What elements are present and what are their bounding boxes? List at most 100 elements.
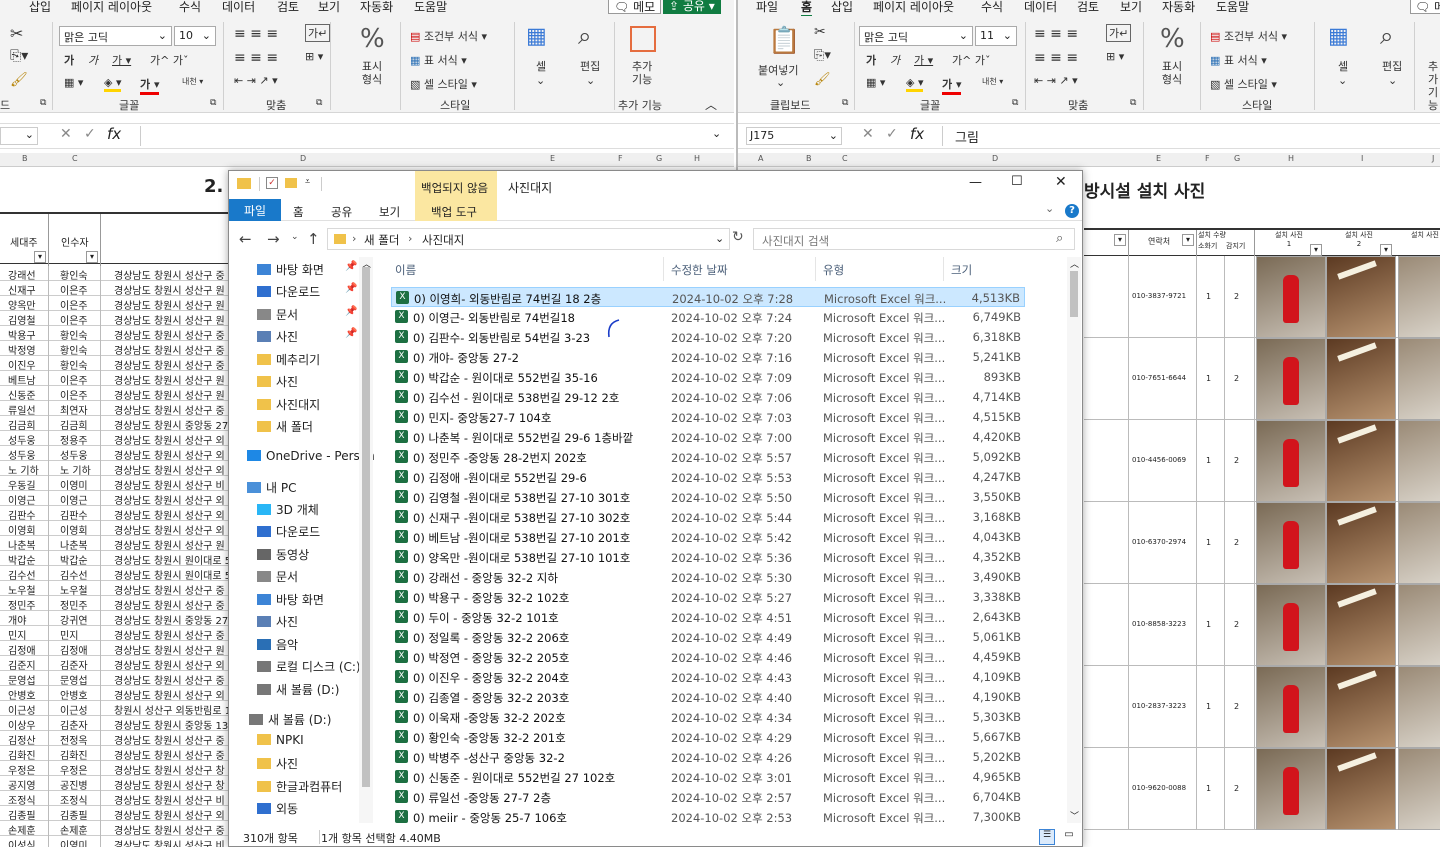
table-cell[interactable]: 황인숙: [60, 342, 88, 357]
table-cell[interactable]: 민지: [8, 627, 26, 642]
collapse-ribbon-icon[interactable]: ︿: [705, 96, 717, 113]
scroll-down-icon[interactable]: ﹀: [1070, 809, 1079, 822]
menu-formulas[interactable]: 수식: [981, 0, 1003, 15]
table-cell[interactable]: 1: [1206, 374, 1211, 383]
table-cell[interactable]: 경상남도 창원시 성산구 외: [114, 432, 225, 447]
font-size-combo[interactable]: 10 ⌄: [174, 26, 216, 46]
check-icon[interactable]: ✓: [886, 126, 898, 142]
table-cell[interactable]: 김정산: [8, 732, 36, 747]
install-photo[interactable]: [1398, 666, 1440, 748]
table-row[interactable]: 010-4456-0069 1 2: [1084, 420, 1440, 502]
nav-item[interactable]: 문서: [257, 568, 298, 585]
nav-item[interactable]: 로컬 디스크 (C:): [257, 658, 361, 675]
cut-icon[interactable]: ✂: [10, 24, 23, 43]
nav-item[interactable]: 한글과컴퓨터: [257, 778, 342, 795]
table-cell[interactable]: 이근성: [60, 702, 88, 717]
table-cell[interactable]: 2: [1234, 292, 1239, 301]
table-row[interactable]: 김준지 김준자 경상남도 창원시 성산구 외: [0, 656, 230, 672]
new-folder-icon[interactable]: [285, 178, 297, 188]
table-cell[interactable]: 문영섭: [60, 672, 88, 687]
table-cell[interactable]: 1: [1206, 538, 1211, 547]
table-row[interactable]: 신재구 이은주 경상남도 창원시 성산구 원: [0, 281, 230, 297]
table-row[interactable]: 김정애 김정애 경상남도 창원시 성산구 원: [0, 641, 230, 657]
name-box[interactable]: ⌄: [0, 127, 38, 145]
table-cell[interactable]: 경상남도 창원시 성산구 중: [114, 327, 225, 342]
column-header[interactable]: F: [1205, 154, 1210, 163]
menu-help[interactable]: 도움말: [1216, 0, 1249, 15]
table-cell[interactable]: 강귀연: [60, 612, 88, 627]
table-cell[interactable]: 010-8858-3223: [1132, 620, 1186, 628]
copy-icon[interactable]: ⎘▾: [814, 48, 831, 63]
table-row[interactable]: 010-3837-9721 1 2: [1084, 256, 1440, 338]
table-cell[interactable]: 우정은: [8, 762, 36, 777]
table-row[interactable]: 노우철 노우철 경상남도 창원시 성산구 중: [0, 581, 230, 597]
table-cell[interactable]: 박정영: [8, 342, 36, 357]
table-row[interactable]: 조정식 조정식 경상남도 창원시 성산구 비: [0, 791, 230, 807]
table-cell[interactable]: 나춘복: [8, 537, 36, 552]
pin-icon[interactable]: 📌: [345, 328, 357, 339]
table-cell[interactable]: 개야: [8, 612, 26, 627]
table-cell[interactable]: 류일선: [8, 402, 36, 417]
table-cell[interactable]: 1: [1206, 620, 1211, 629]
column-header[interactable]: G: [656, 154, 662, 163]
table-cell[interactable]: 경상남도 창원시 성산구 중: [114, 402, 225, 417]
table-cell[interactable]: 김영철: [8, 312, 36, 327]
paste-icon[interactable]: 📋: [768, 26, 800, 56]
table-cell[interactable]: 이영근: [60, 492, 88, 507]
table-row[interactable]: 박갑순 박갑순 경상남도 창원시 원이대로 5: [0, 551, 231, 567]
table-cell[interactable]: 1: [1206, 784, 1211, 793]
copy-icon[interactable]: ⎘▾: [10, 48, 28, 64]
column-header[interactable]: I: [1361, 154, 1363, 163]
expand-ribbon-icon[interactable]: ⌄: [1045, 202, 1054, 215]
install-photo[interactable]: [1398, 748, 1440, 830]
table-row[interactable]: 류일선 최연자 경상남도 창원시 성산구 중: [0, 401, 230, 417]
table-cell[interactable]: 010-7651-6644: [1132, 374, 1186, 382]
install-photo[interactable]: [1398, 338, 1440, 420]
menu-view[interactable]: 보기: [1120, 0, 1142, 15]
nav-item[interactable]: 새 볼륨 (D:): [257, 681, 339, 698]
cancel-icon[interactable]: ✕: [60, 126, 72, 142]
tab-file[interactable]: 파일: [229, 199, 281, 221]
table-row[interactable]: 010-9620-0088 1 2: [1084, 748, 1440, 830]
table-row[interactable]: 노 기하 노 기하 경상남도 창원시 성산구 외: [0, 461, 230, 477]
table-cell[interactable]: 김정애: [60, 642, 88, 657]
column-size[interactable]: 크기: [951, 262, 972, 278]
italic-icon[interactable]: 가: [890, 52, 900, 68]
table-cell[interactable]: 경상남도 창원시 성산구 외: [114, 807, 225, 822]
menu-view[interactable]: 보기: [318, 0, 340, 15]
table-cell[interactable]: 이상우: [8, 717, 36, 732]
table-cell[interactable]: 노 기하: [60, 462, 91, 477]
column-header[interactable]: D: [300, 154, 306, 163]
table-row[interactable]: 김정산 전정옥 경상남도 창원시 성산구 중: [0, 731, 230, 747]
table-cell[interactable]: 김준자: [60, 657, 88, 672]
merge-icon[interactable]: ⊞ ▾: [1106, 50, 1124, 63]
install-photo[interactable]: [1398, 420, 1440, 502]
formula-input[interactable]: 그림: [942, 126, 1438, 146]
table-cell[interactable]: 황인숙: [60, 267, 88, 282]
backup-status-badge[interactable]: 백업되지 않음: [415, 171, 497, 199]
maximize-icon[interactable]: ☐: [1011, 174, 1023, 189]
table-cell[interactable]: 정민주: [8, 597, 36, 612]
table-cell[interactable]: 공지영: [8, 777, 36, 792]
merge-icon[interactable]: ⊞ ▾: [305, 50, 323, 63]
conditional-format-button[interactable]: ▤ 조건부 서식 ▾: [410, 28, 487, 44]
column-name[interactable]: 이름: [395, 262, 416, 278]
column-date[interactable]: 수정한 날짜: [671, 262, 728, 278]
table-cell[interactable]: 조정식: [8, 792, 36, 807]
install-photo[interactable]: [1256, 420, 1326, 502]
table-row[interactable]: 정민주 정민주 경상남도 창원시 성산구 중: [0, 596, 230, 612]
table-row[interactable]: 민지 민지 경상남도 창원시 성산구 중: [0, 626, 230, 642]
table-cell[interactable]: 김판수: [60, 507, 88, 522]
table-cell[interactable]: 양옥만: [8, 297, 36, 312]
table-row[interactable]: 이근성 이근성 창원시 성산구 외동반림로 1: [0, 701, 231, 717]
table-row[interactable]: 010-2837-3223 1 2: [1084, 666, 1440, 748]
table-row[interactable]: 강래선 황인숙 경상남도 창원시 성산구 중: [0, 266, 230, 282]
table-cell[interactable]: 문영섭: [8, 672, 36, 687]
menu-help[interactable]: 도움말: [414, 0, 447, 15]
help-icon[interactable]: ?: [1065, 204, 1079, 218]
file-row[interactable]: X 0) 두이 - 중앙동 32-2 101호 2024-10-02 오후 4:51…: [391, 607, 1025, 627]
name-box[interactable]: J175 ⌄: [746, 127, 842, 145]
dialog-launcher-icon[interactable]: ⧉: [842, 98, 848, 108]
table-cell[interactable]: 경상남도 창원시 성산구 외: [114, 657, 225, 672]
menu-page-layout[interactable]: 페이지 레이아웃: [71, 0, 152, 15]
